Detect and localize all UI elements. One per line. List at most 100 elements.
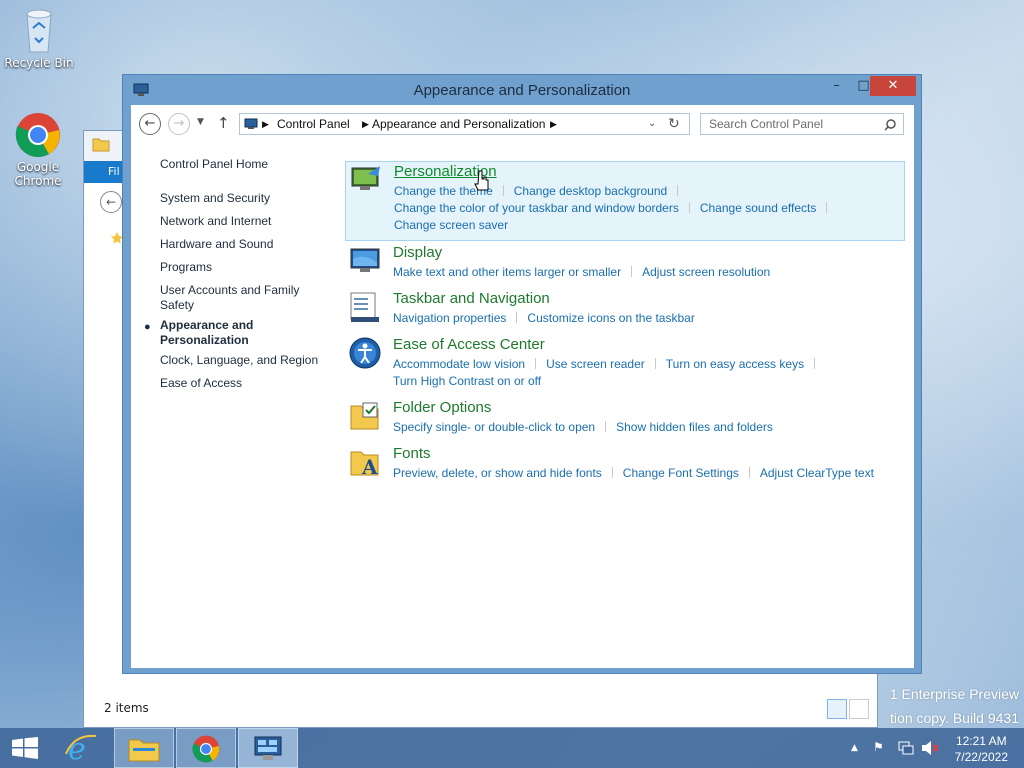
taskbar-control-panel[interactable] xyxy=(238,728,298,768)
active-bullet-icon: ● xyxy=(144,321,151,333)
breadcrumb-control-panel[interactable]: Control Panel xyxy=(277,117,350,131)
display-icon xyxy=(350,248,380,272)
address-bar[interactable]: ▶ Control Panel ▶ Appearance and Persona… xyxy=(239,113,690,135)
taskbar-heading[interactable]: Taskbar and Navigation xyxy=(393,290,550,307)
show-hidden-icons-button[interactable]: ▲ xyxy=(851,743,858,753)
address-dropdown-icon[interactable]: ⌄ xyxy=(648,118,656,129)
link-change-sound-effects[interactable]: Change sound effects xyxy=(700,201,817,215)
watermark-line1: 1 Enterprise Preview xyxy=(889,686,1019,702)
status-bar-items: 2 items xyxy=(104,701,149,715)
desktop-chrome[interactable]: Google Chrome xyxy=(3,112,73,188)
separator xyxy=(611,467,613,478)
link-text-size[interactable]: Make text and other items larger or smal… xyxy=(393,265,621,279)
back-button[interactable]: ← xyxy=(139,113,161,135)
nav-network-internet[interactable]: Network and Internet xyxy=(160,214,320,229)
chrome-label: Google Chrome xyxy=(14,160,62,188)
category-taskbar[interactable]: Taskbar and Navigation Navigation proper… xyxy=(345,289,905,333)
nav-ease-of-access[interactable]: Ease of Access xyxy=(160,376,320,391)
search-icon xyxy=(884,119,896,131)
category-fonts[interactable]: A Fonts Preview, delete, or show and hid… xyxy=(345,444,905,488)
breadcrumb-appearance[interactable]: Appearance and Personalization xyxy=(372,117,545,131)
folder-icon xyxy=(92,138,110,152)
link-change-font-settings[interactable]: Change Font Settings xyxy=(623,466,739,480)
personalization-icon xyxy=(351,166,380,190)
volume-muted-icon[interactable] xyxy=(921,740,939,756)
refresh-icon[interactable]: ↻ xyxy=(668,115,680,132)
separator xyxy=(654,358,656,369)
nav-clock-language[interactable]: Clock, Language, and Region xyxy=(160,353,330,368)
link-low-vision[interactable]: Accommodate low vision xyxy=(393,357,525,371)
svg-text:A: A xyxy=(361,455,378,478)
nav-system-security[interactable]: System and Security xyxy=(160,191,320,206)
minimize-button[interactable]: – xyxy=(823,76,850,96)
action-center-flag-icon[interactable]: ⚑ xyxy=(873,740,884,754)
separator xyxy=(502,185,504,196)
control-panel-icon xyxy=(244,118,258,129)
separator xyxy=(535,358,537,369)
link-adjust-cleartype[interactable]: Adjust ClearType text xyxy=(760,466,874,480)
large-icons-view-button[interactable] xyxy=(849,699,869,719)
display-links: Make text and other items larger or smal… xyxy=(393,264,903,281)
titlebar[interactable]: Appearance and Personalization – □ ✕ xyxy=(123,75,921,105)
link-show-hidden-files[interactable]: Show hidden files and folders xyxy=(616,420,773,434)
taskbar: e ▲ ⚑ 12:21 AM 7/22/2022 xyxy=(0,728,1024,768)
control-panel-window[interactable]: Appearance and Personalization – □ ✕ ← →… xyxy=(122,74,922,674)
file-tab[interactable]: Fil xyxy=(84,161,124,183)
category-display[interactable]: Display Make text and other items larger… xyxy=(345,243,905,287)
hand-cursor-icon xyxy=(474,170,489,191)
link-easy-access-keys[interactable]: Turn on easy access keys xyxy=(666,357,804,371)
nav-appearance-personalization[interactable]: ● Appearance and Personalization xyxy=(144,318,300,348)
category-ease-of-access[interactable]: Ease of Access Center Accommodate low vi… xyxy=(345,335,905,397)
folder-options-heading[interactable]: Folder Options xyxy=(393,399,491,416)
taskbar-icon xyxy=(350,292,379,322)
separator xyxy=(688,202,690,213)
separator xyxy=(677,185,679,196)
link-preview-fonts[interactable]: Preview, delete, or show and hide fonts xyxy=(393,466,602,480)
control-panel-home-link[interactable]: Control Panel Home xyxy=(160,157,268,171)
ease-of-access-heading[interactable]: Ease of Access Center xyxy=(393,336,545,353)
breadcrumb-arrow-icon: ▶ xyxy=(362,119,369,129)
link-navigation-properties[interactable]: Navigation properties xyxy=(393,311,506,325)
back-button-bg[interactable]: ← xyxy=(100,191,122,213)
taskbar-file-explorer[interactable] xyxy=(114,728,174,768)
breadcrumb-arrow-icon: ▶ xyxy=(262,119,269,129)
nav-hardware-sound[interactable]: Hardware and Sound xyxy=(160,237,320,252)
fonts-links: Preview, delete, or show and hide fonts C… xyxy=(393,465,903,482)
link-change-screen-saver[interactable]: Change screen saver xyxy=(394,218,508,232)
nav-programs[interactable]: Programs xyxy=(160,260,320,275)
recent-locations-dropdown[interactable]: ▼ xyxy=(197,117,204,127)
chrome-icon xyxy=(15,113,60,157)
details-view-button[interactable] xyxy=(827,699,847,719)
link-single-double-click[interactable]: Specify single- or double-click to open xyxy=(393,420,595,434)
recycle-bin-icon xyxy=(26,9,52,53)
up-button[interactable]: ↑ xyxy=(217,114,230,132)
category-folder-options[interactable]: Folder Options Specify single- or double… xyxy=(345,398,905,442)
forward-button[interactable]: → xyxy=(168,113,190,135)
link-customize-icons[interactable]: Customize icons on the taskbar xyxy=(527,311,694,325)
link-screen-reader[interactable]: Use screen reader xyxy=(546,357,645,371)
window-content: ← → ▼ ↑ ▶ Control Panel ▶ Appearance and… xyxy=(131,105,914,668)
folder-options-links: Specify single- or double-click to open S… xyxy=(393,419,903,436)
search-box[interactable]: Search Control Panel xyxy=(700,113,904,135)
control-panel-icon xyxy=(254,736,282,760)
nav-user-accounts[interactable]: User Accounts and Family Safety xyxy=(160,283,310,313)
separator xyxy=(814,358,816,369)
link-change-color[interactable]: Change the color of your taskbar and win… xyxy=(394,201,679,215)
network-icon[interactable] xyxy=(898,740,914,756)
close-button[interactable]: ✕ xyxy=(870,76,916,96)
search-input[interactable]: Search Control Panel xyxy=(709,117,823,131)
fonts-heading[interactable]: Fonts xyxy=(393,445,431,462)
category-personalization[interactable]: Personalization Change the theme Change d… xyxy=(345,161,905,241)
internet-explorer-icon: e xyxy=(65,732,97,764)
link-screen-resolution[interactable]: Adjust screen resolution xyxy=(642,265,770,279)
link-high-contrast[interactable]: Turn High Contrast on or off xyxy=(393,374,541,388)
taskbar-internet-explorer[interactable]: e xyxy=(52,728,112,768)
link-change-desktop-background[interactable]: Change desktop background xyxy=(514,184,667,198)
start-icon xyxy=(12,737,38,759)
display-heading[interactable]: Display xyxy=(393,244,442,261)
desktop-recycle-bin[interactable]: Recycle Bin xyxy=(4,6,74,70)
system-clock[interactable]: 12:21 AM 7/22/2022 xyxy=(955,733,1008,765)
start-button[interactable] xyxy=(0,728,60,768)
nav-appearance-label: Appearance and Personalization xyxy=(160,318,254,347)
taskbar-chrome[interactable] xyxy=(176,728,236,768)
